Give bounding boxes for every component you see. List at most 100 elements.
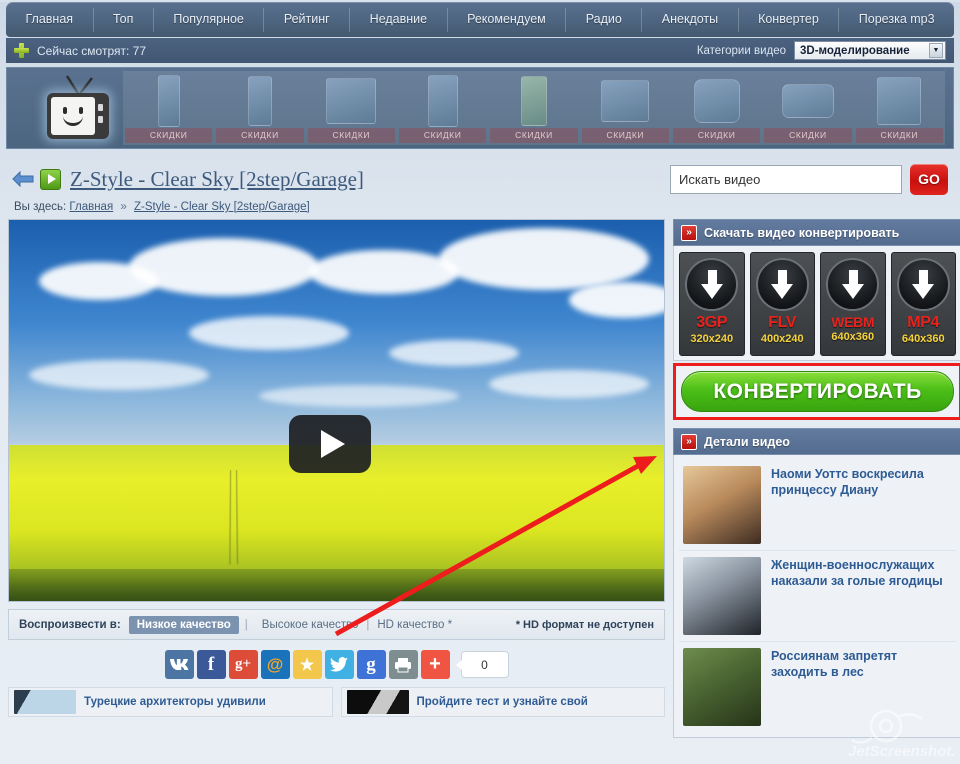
print-icon[interactable] bbox=[388, 650, 418, 679]
download-formats-panel: 3GP 320x240 FLV 400x240 WEBM 640x360 MP4… bbox=[673, 246, 960, 361]
news-thumbnail bbox=[683, 466, 761, 544]
left-column: Воспроизвести в: Низкое качество | Высок… bbox=[8, 219, 665, 738]
nav-item-converter[interactable]: Конвертер bbox=[739, 7, 840, 32]
google-plus-share-icon[interactable]: g+ bbox=[228, 650, 258, 679]
quality-option-hd[interactable]: HD качество * bbox=[369, 619, 460, 631]
news-list-item[interactable]: Женщин-военнослужащих наказали за голые … bbox=[679, 551, 956, 642]
favorites-star-icon[interactable]: ★ bbox=[292, 650, 322, 679]
device-promo-strip: СКИДКИ СКИДКИ СКИДКИ СКИДКИ СКИДКИ СКИДК… bbox=[123, 71, 945, 145]
chevron-right-icon: » bbox=[681, 433, 697, 450]
details-panel-header: » Детали видео bbox=[673, 428, 960, 455]
promo-cell[interactable]: СКИДКИ bbox=[490, 73, 578, 143]
category-selected-value: 3D-моделирование bbox=[800, 44, 910, 57]
nav-item-top[interactable]: Топ bbox=[94, 7, 154, 32]
category-label: Категории видео bbox=[696, 44, 786, 57]
page-title[interactable]: Z-Style - Clear Sky [2step/Garage] bbox=[70, 167, 364, 192]
bottom-news-card[interactable]: Пройдите тест и узнайте свой bbox=[340, 687, 665, 717]
bottom-news-title: Пройдите тест и узнайте свой bbox=[416, 695, 588, 708]
tv-screen bbox=[51, 97, 95, 135]
tv-antenna-icon bbox=[65, 75, 93, 95]
news-list: Наоми Уоттс воскресила принцессу Диану Ж… bbox=[673, 455, 960, 738]
tv-smile bbox=[63, 116, 83, 126]
nav-item-glavnaya[interactable]: Главная bbox=[6, 7, 94, 32]
quality-option-low[interactable]: Низкое качество bbox=[128, 615, 239, 634]
download-format-label: WEBM bbox=[831, 314, 875, 330]
right-sidebar: » Скачать видео конвертировать 3GP 320x2… bbox=[673, 219, 960, 738]
download-button-mp4[interactable]: MP4 640x360 bbox=[890, 252, 956, 356]
search-input[interactable] bbox=[670, 164, 902, 194]
plus-icon bbox=[14, 43, 29, 58]
bottom-news-title: Турецкие архитекторы удивили bbox=[84, 695, 266, 708]
category-select[interactable]: 3D-моделирование ▼ bbox=[794, 41, 946, 60]
news-list-item[interactable]: Россиянам запретят заходить в лес bbox=[679, 642, 956, 732]
download-resolution-label: 400x240 bbox=[760, 333, 804, 345]
google-share-icon[interactable]: g bbox=[356, 650, 386, 679]
facebook-share-icon[interactable]: f bbox=[196, 650, 226, 679]
news-list-item[interactable]: Наоми Уоттс воскресила принцессу Диану bbox=[679, 460, 956, 551]
quality-label: Воспроизвести в: bbox=[19, 618, 121, 631]
news-item-title: Наоми Уоттс воскресила принцессу Диану bbox=[771, 467, 924, 497]
promo-cell[interactable]: СКИДКИ bbox=[764, 73, 852, 143]
promo-banner[interactable]: СКИДКИ СКИДКИ СКИДКИ СКИДКИ СКИДКИ СКИДК… bbox=[6, 67, 954, 149]
promo-label: СКИДКИ bbox=[672, 128, 761, 143]
nav-item-recent[interactable]: Недавние bbox=[350, 7, 448, 32]
download-format-label: MP4 bbox=[907, 314, 940, 331]
nav-item-rating[interactable]: Рейтинг bbox=[264, 7, 351, 32]
search-area: GO bbox=[670, 163, 948, 195]
vk-share-icon[interactable] bbox=[164, 650, 194, 679]
nav-item-mp3-cut[interactable]: Порезка mp3 bbox=[839, 8, 954, 32]
video-foreground bbox=[9, 569, 664, 601]
download-button-flv[interactable]: FLV 400x240 bbox=[749, 252, 815, 356]
tv-smiley-logo-icon bbox=[47, 75, 109, 139]
download-arrow-icon bbox=[755, 258, 809, 311]
tv-eye-left bbox=[63, 107, 67, 114]
twitter-share-icon[interactable] bbox=[324, 650, 354, 679]
video-player[interactable] bbox=[8, 219, 665, 602]
chevron-down-icon[interactable]: ▼ bbox=[929, 43, 943, 58]
video-field-tracks bbox=[205, 469, 261, 565]
news-item-title: Россиянам запретят заходить в лес bbox=[771, 649, 898, 679]
news-thumbnail bbox=[346, 690, 409, 714]
social-share-row: f g+ @ ★ g + 0 bbox=[8, 650, 665, 679]
promo-cell[interactable]: СКИДКИ bbox=[398, 73, 487, 143]
promo-cell[interactable]: СКИДКИ bbox=[125, 73, 213, 143]
bottom-news-card[interactable]: Турецкие архитекторы удивили bbox=[8, 687, 333, 717]
nav-item-anekdoty[interactable]: Анекдоты bbox=[642, 7, 739, 32]
nav-item-recommended[interactable]: Рекомендуем bbox=[448, 7, 567, 32]
back-arrow-icon[interactable] bbox=[12, 169, 34, 189]
news-thumbnail bbox=[14, 690, 76, 714]
tv-body bbox=[47, 93, 109, 139]
mailru-share-icon[interactable]: @ bbox=[260, 650, 290, 679]
news-item-title: Женщин-военнослужащих наказали за голые … bbox=[771, 558, 943, 588]
download-format-label: FLV bbox=[768, 314, 797, 331]
nav-item-radio[interactable]: Радио bbox=[566, 7, 643, 32]
news-thumbnail bbox=[683, 648, 761, 726]
video-play-button[interactable] bbox=[289, 415, 371, 473]
download-resolution-label: 640x360 bbox=[831, 331, 875, 343]
search-go-button[interactable]: GO bbox=[910, 163, 948, 195]
download-button-webm[interactable]: WEBM 640x360 bbox=[820, 252, 886, 356]
promo-cell[interactable]: СКИДКИ bbox=[581, 73, 669, 143]
promo-cell[interactable]: СКИДКИ bbox=[216, 73, 304, 143]
quality-separator: | bbox=[244, 618, 248, 631]
breadcrumb-current[interactable]: Z-Style - Clear Sky [2step/Garage] bbox=[134, 201, 310, 213]
quality-selector-bar: Воспроизвести в: Низкое качество | Высок… bbox=[8, 609, 665, 640]
promo-label: СКИДКИ bbox=[764, 128, 852, 143]
quality-option-high[interactable]: Высокое качество bbox=[254, 619, 367, 631]
details-panel-title: Детали видео bbox=[704, 434, 790, 449]
download-button-3gp[interactable]: 3GP 320x240 bbox=[679, 252, 745, 356]
more-share-icon[interactable]: + bbox=[420, 650, 450, 679]
watermark-text: JetScreenshot.com bbox=[848, 743, 954, 760]
promo-cell[interactable]: СКИДКИ bbox=[672, 73, 761, 143]
breadcrumb: Вы здесь: Главная » Z-Style - Clear Sky … bbox=[6, 201, 954, 219]
download-arrow-icon bbox=[826, 258, 880, 311]
promo-cell[interactable]: СКИДКИ bbox=[855, 73, 943, 143]
convert-button-highlight: КОНВЕРТИРОВАТЬ bbox=[673, 363, 960, 420]
chevron-right-icon: » bbox=[681, 224, 697, 241]
nav-item-popular[interactable]: Популярное bbox=[154, 7, 265, 32]
play-icon[interactable] bbox=[40, 168, 61, 190]
download-panel-title: Скачать видео конвертировать bbox=[704, 225, 900, 240]
convert-button[interactable]: КОНВЕРТИРОВАТЬ bbox=[681, 371, 954, 412]
breadcrumb-home[interactable]: Главная bbox=[69, 201, 113, 213]
promo-cell[interactable]: СКИДКИ bbox=[307, 73, 395, 143]
